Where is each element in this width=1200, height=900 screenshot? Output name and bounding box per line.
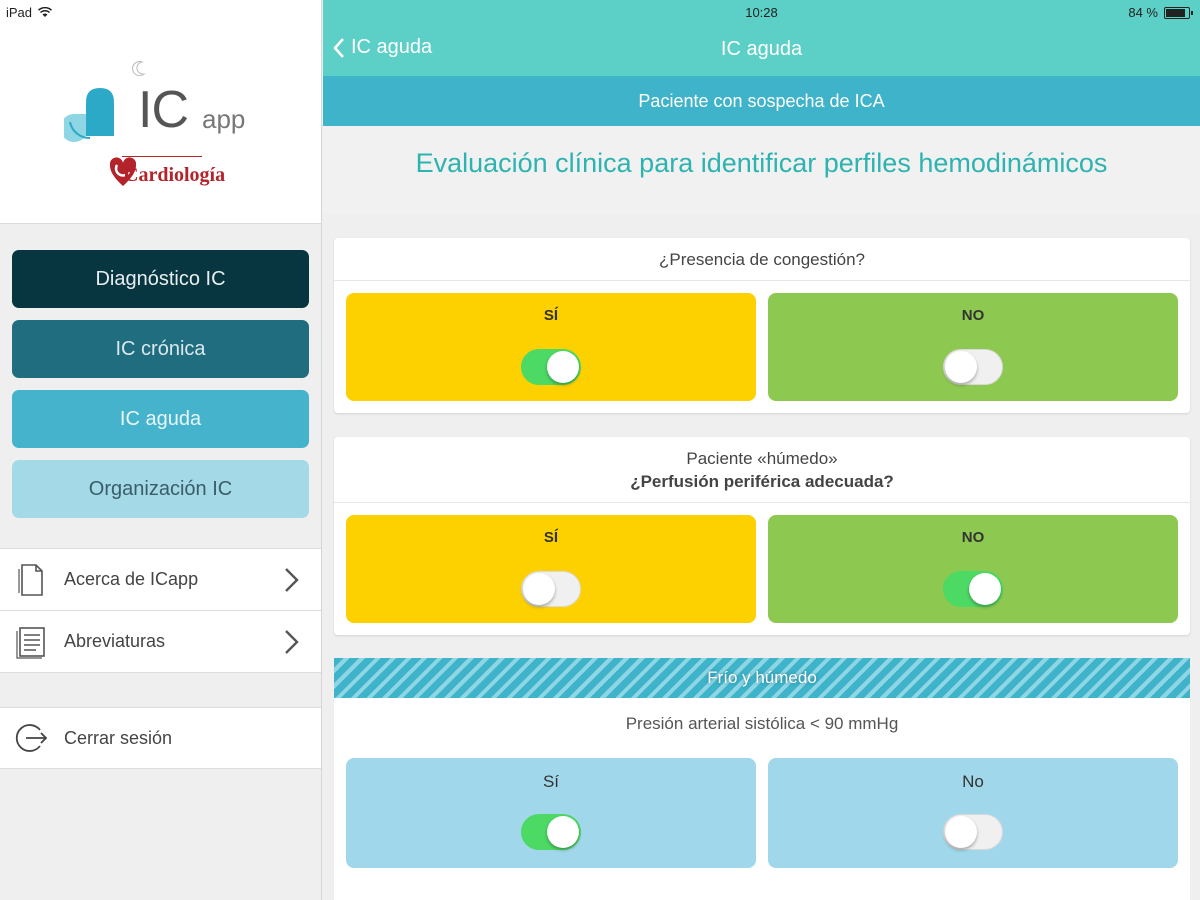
option-label: NO xyxy=(961,307,985,324)
status-bar-right: 84 % xyxy=(1128,5,1193,20)
main-content: 10:28 84 % IC aguda IC aguda Paciente co… xyxy=(323,0,1200,900)
battery-icon xyxy=(1164,6,1193,19)
logout-label: Cerrar sesión xyxy=(64,727,173,748)
back-label: IC aguda xyxy=(351,36,433,58)
menu-item-ic-cronica[interactable]: IC crónica xyxy=(12,320,309,378)
sidebar-header: iPad IC app Cardiología xyxy=(0,0,321,224)
device-name: iPad xyxy=(6,5,33,20)
question-card-perfusion: Paciente «húmedo» ¿Perfusión periférica … xyxy=(334,437,1190,635)
option-si[interactable]: SÍ xyxy=(346,515,756,623)
question-main: ¿Perfusión periférica adecuada? xyxy=(630,472,894,491)
navigation-bar: 10:28 84 % IC aguda IC aguda xyxy=(323,0,1200,76)
question-card-congestion: ¿Presencia de congestión? SÍ NO xyxy=(334,238,1190,413)
question-context: Paciente «húmedo» xyxy=(686,449,838,468)
answer-options: SÍ NO xyxy=(334,503,1190,635)
toggle-switch-si[interactable] xyxy=(521,814,581,850)
link-abreviaturas-label: Abreviaturas xyxy=(64,631,166,651)
link-abreviaturas[interactable]: Abreviaturas xyxy=(0,611,321,673)
app-logo: IC app xyxy=(64,61,264,144)
chevron-left-icon xyxy=(333,37,344,58)
status-time: 10:28 xyxy=(745,5,778,20)
option-label: No xyxy=(962,772,984,791)
app-name: IC xyxy=(138,81,189,139)
toggle-switch-si[interactable] xyxy=(521,349,581,385)
option-si[interactable]: Sí xyxy=(346,758,756,868)
profile-banner: Frío y húmedo xyxy=(334,658,1190,698)
toggle-switch-si[interactable] xyxy=(521,571,581,607)
link-acerca-label: Acerca de ICapp xyxy=(64,569,199,589)
moon-icon xyxy=(132,61,146,76)
page-heading: Evaluación clínica para identificar perf… xyxy=(323,126,1200,214)
chevron-right-icon xyxy=(285,568,299,592)
question-text: ¿Presencia de congestión? xyxy=(334,238,1190,281)
document-icon xyxy=(18,563,43,596)
option-label: NO xyxy=(961,529,985,546)
society-logo: Cardiología xyxy=(110,156,230,190)
nav-title: IC aguda xyxy=(720,38,803,60)
section-subheader: Paciente con sospecha de ICA xyxy=(323,76,1200,126)
logout-icon xyxy=(15,724,48,752)
list-document-icon xyxy=(16,626,45,659)
sidebar: iPad IC app Cardiología Diagnóstico IC I… xyxy=(0,0,322,900)
toggle-switch-no[interactable] xyxy=(943,814,1003,850)
battery-percent: 84 % xyxy=(1128,5,1158,20)
option-si[interactable]: SÍ xyxy=(346,293,756,401)
answer-options: SÍ NO xyxy=(334,281,1190,413)
logout-button[interactable]: Cerrar sesión xyxy=(0,707,321,769)
menu-item-organizacion[interactable]: Organización IC xyxy=(12,460,309,518)
profile-banner-label: Frío y húmedo xyxy=(707,668,817,687)
option-label: SÍ xyxy=(543,307,559,324)
society-name: Cardiología xyxy=(124,164,226,186)
menu-item-ic-aguda[interactable]: IC aguda xyxy=(12,390,309,448)
app-suffix: app xyxy=(202,104,246,134)
toggle-switch-no[interactable] xyxy=(943,349,1003,385)
link-acerca[interactable]: Acerca de ICapp xyxy=(0,549,321,611)
option-no[interactable]: NO xyxy=(768,293,1178,401)
sidebar-links: Acerca de ICapp Abreviaturas xyxy=(0,548,321,673)
toggle-switch-no[interactable] xyxy=(943,571,1003,607)
sidebar-menu: Diagnóstico IC IC crónica IC aguda Organ… xyxy=(0,224,321,518)
option-no[interactable]: NO xyxy=(768,515,1178,623)
menu-item-diagnostico[interactable]: Diagnóstico IC xyxy=(12,250,309,308)
heart-logo-icon xyxy=(64,88,114,142)
chevron-right-icon xyxy=(285,630,299,654)
question-text: Presión arterial sistólica < 90 mmHg xyxy=(625,714,899,733)
question-text: Paciente «húmedo» ¿Perfusión periférica … xyxy=(334,437,1190,503)
option-label: Sí xyxy=(542,772,560,791)
option-no[interactable]: No xyxy=(768,758,1178,868)
answer-options: Sí No xyxy=(334,756,1190,880)
wifi-icon xyxy=(38,7,53,17)
status-bar-left: iPad xyxy=(6,5,53,20)
question-card-pressure: Presión arterial sistólica < 90 mmHg Sí … xyxy=(334,698,1190,900)
back-button[interactable]: IC aguda xyxy=(333,36,432,59)
option-label: SÍ xyxy=(543,529,559,546)
